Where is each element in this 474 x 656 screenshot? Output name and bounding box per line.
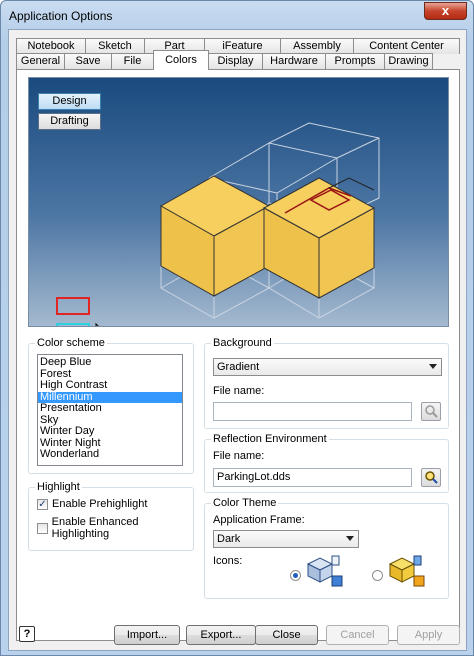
tab-content-center[interactable]: Content Center bbox=[353, 38, 460, 54]
application-frame-label: Application Frame: bbox=[213, 514, 305, 526]
icons-radio-light[interactable] bbox=[290, 570, 301, 581]
reflection-environment-group: Reflection Environment File name: Parkin… bbox=[204, 433, 449, 493]
highlight-label: Highlight bbox=[35, 481, 82, 494]
close-button[interactable]: Close bbox=[255, 625, 318, 645]
color-theme-group: Color Theme Application Frame: Dark Icon… bbox=[204, 497, 449, 599]
background-dropdown[interactable]: Gradient bbox=[213, 358, 442, 376]
prehighlight-row[interactable]: ✓ Enable Prehighlight bbox=[37, 498, 147, 510]
tab-row-bottom: General Save File Colors Display Hardwar… bbox=[16, 50, 433, 70]
icons-label: Icons: bbox=[213, 555, 243, 567]
list-item[interactable]: Wonderland bbox=[38, 448, 182, 461]
enhanced-highlighting-label: Enable Enhanced Highlighting bbox=[51, 516, 139, 540]
tab-general[interactable]: General bbox=[16, 53, 65, 69]
reflection-file-label: File name: bbox=[213, 450, 265, 462]
background-label: Background bbox=[211, 337, 274, 350]
export-button[interactable]: Export... bbox=[186, 625, 256, 645]
close-window-button[interactable]: x bbox=[424, 2, 467, 20]
list-item[interactable]: High Contrast bbox=[38, 379, 182, 392]
tab-hardware[interactable]: Hardware bbox=[262, 53, 326, 69]
close-icon: x bbox=[441, 3, 450, 18]
tab-display[interactable]: Display bbox=[208, 53, 263, 69]
color-scheme-label: Color scheme bbox=[35, 337, 107, 350]
highlight-group: Highlight ✓ Enable Prehighlight Enable E… bbox=[28, 481, 194, 551]
tab-sketch[interactable]: Sketch bbox=[85, 38, 145, 54]
color-preview-pane: Design Drafting bbox=[28, 77, 449, 327]
cancel-button[interactable]: Cancel bbox=[326, 625, 389, 645]
light-theme-icon bbox=[306, 555, 343, 587]
tab-save[interactable]: Save bbox=[64, 53, 112, 69]
enhanced-highlighting-checkbox[interactable] bbox=[37, 522, 48, 534]
list-item[interactable]: Winter Day bbox=[38, 425, 182, 438]
application-options-window: Application Options x Notebook Sketch Pa… bbox=[0, 0, 474, 656]
import-button[interactable]: Import... bbox=[114, 625, 180, 645]
background-group: Background Gradient File name: bbox=[204, 337, 449, 429]
dialog-client-area: Notebook Sketch Part iFeature Assembly C… bbox=[8, 29, 467, 651]
color-scheme-group: Color scheme Deep Blue Forest High Contr… bbox=[28, 337, 194, 474]
magnifier-icon bbox=[425, 405, 438, 418]
tab-prompts[interactable]: Prompts bbox=[325, 53, 385, 69]
design-button[interactable]: Design bbox=[38, 93, 101, 110]
prehighlight-checkbox[interactable]: ✓ bbox=[37, 498, 48, 510]
application-frame-value: Dark bbox=[217, 533, 241, 545]
list-item[interactable]: Deep Blue bbox=[38, 356, 182, 369]
mouse-cursor-icon bbox=[95, 322, 99, 326]
tab-assembly[interactable]: Assembly bbox=[280, 38, 354, 54]
tab-notebook[interactable]: Notebook bbox=[16, 38, 86, 54]
reflection-file-input[interactable]: ParkingLot.dds bbox=[213, 468, 412, 487]
chevron-down-icon bbox=[429, 364, 437, 369]
magnifier-icon bbox=[425, 471, 438, 484]
drafting-button[interactable]: Drafting bbox=[38, 113, 101, 130]
selection-swatch bbox=[56, 323, 90, 326]
background-browse-button[interactable] bbox=[421, 402, 441, 421]
prehighlight-swatch bbox=[56, 297, 90, 315]
tab-ifeature[interactable]: iFeature bbox=[204, 38, 281, 54]
icons-radio-dark[interactable] bbox=[372, 570, 383, 581]
background-file-label: File name: bbox=[213, 385, 265, 397]
tab-drawing[interactable]: Drawing bbox=[384, 53, 433, 69]
tab-row-top: Notebook Sketch Part iFeature Assembly C… bbox=[16, 38, 460, 54]
color-theme-label: Color Theme bbox=[211, 497, 279, 510]
prehighlight-label: Enable Prehighlight bbox=[52, 498, 148, 510]
list-item[interactable]: Presentation bbox=[38, 402, 182, 415]
background-dropdown-value: Gradient bbox=[217, 361, 260, 373]
enhanced-highlighting-row[interactable]: Enable Enhanced Highlighting bbox=[37, 516, 193, 540]
dark-theme-icon bbox=[388, 555, 425, 587]
application-frame-dropdown[interactable]: Dark bbox=[213, 530, 359, 548]
tab-colors[interactable]: Colors bbox=[153, 50, 209, 70]
background-file-input[interactable] bbox=[213, 402, 412, 421]
help-button[interactable]: ? bbox=[19, 626, 35, 642]
title-bar[interactable]: Application Options x bbox=[1, 1, 473, 31]
reflection-environment-label: Reflection Environment bbox=[211, 433, 329, 446]
window-title: Application Options bbox=[9, 9, 113, 23]
chevron-down-icon bbox=[346, 536, 354, 541]
apply-button[interactable]: Apply bbox=[397, 625, 460, 645]
reflection-browse-button[interactable] bbox=[421, 468, 441, 487]
color-scheme-list[interactable]: Deep Blue Forest High Contrast Millenniu… bbox=[37, 354, 183, 466]
tab-file[interactable]: File bbox=[111, 53, 154, 69]
